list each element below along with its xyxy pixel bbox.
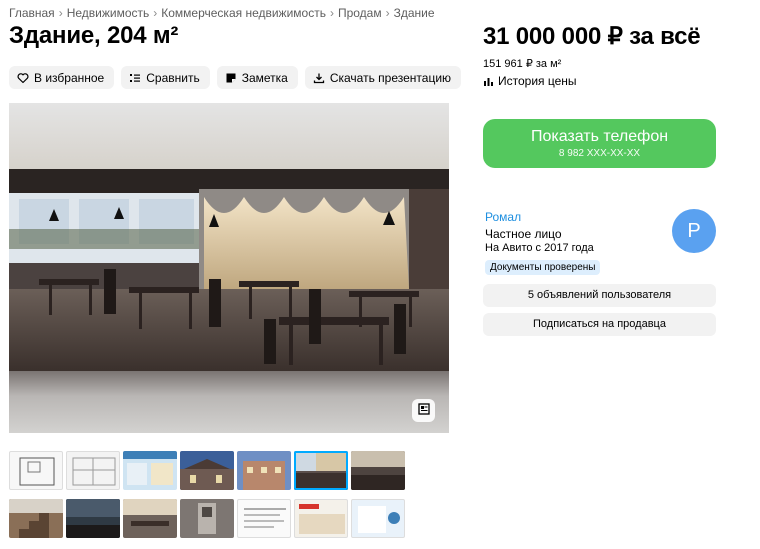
thumbnail-hall-interior[interactable] bbox=[351, 451, 405, 490]
breadcrumb-separator: › bbox=[153, 6, 158, 20]
thumbnail-floor-plan[interactable] bbox=[9, 451, 63, 490]
thumbnail-kitchen[interactable] bbox=[180, 499, 234, 538]
heart-icon bbox=[17, 72, 29, 84]
breadcrumb-realty[interactable]: Недвижимость bbox=[67, 6, 150, 20]
price-history-link[interactable]: История цены bbox=[483, 74, 577, 88]
subscribe-seller-button[interactable]: Подписаться на продавца bbox=[483, 313, 716, 336]
documents-verified-badge: Документы проверены bbox=[485, 260, 601, 275]
note-button[interactable]: Заметка bbox=[216, 66, 298, 89]
thumbnail-row bbox=[9, 451, 409, 490]
breadcrumb-separator: › bbox=[385, 6, 390, 20]
breadcrumb-home[interactable]: Главная bbox=[9, 6, 55, 20]
thumbnail-strip bbox=[9, 451, 409, 547]
thumbnail-advert-poster[interactable] bbox=[294, 499, 348, 538]
seller-avatar[interactable]: Р bbox=[672, 209, 716, 253]
thumbnail-map[interactable] bbox=[123, 451, 177, 490]
show-phone-button[interactable]: Показать телефон 8 982 XXX-XX-XX bbox=[483, 119, 716, 168]
seller-type: Частное лицо bbox=[485, 227, 562, 241]
thumbnail-row bbox=[9, 499, 409, 538]
download-presentation-button[interactable]: Скачать презентацию bbox=[304, 66, 462, 89]
thumbnail-stairs[interactable] bbox=[9, 499, 63, 538]
compare-button[interactable]: Сравнить bbox=[121, 66, 210, 89]
breadcrumb-separator: › bbox=[329, 6, 334, 20]
price-per-sqm: 151 961 ₽ за м² bbox=[483, 58, 562, 70]
main-photo-gallery[interactable] bbox=[9, 103, 449, 433]
show-phone-label: Показать телефон bbox=[530, 128, 669, 145]
bar-chart-icon bbox=[483, 76, 494, 87]
note-icon bbox=[225, 72, 237, 84]
breadcrumb-sell[interactable]: Продам bbox=[338, 6, 382, 20]
breadcrumb: Главная › Недвижимость › Коммерческая недвиж… bbox=[9, 6, 435, 20]
thumbnail-building-exterior[interactable] bbox=[180, 451, 234, 490]
seller-listings-button[interactable]: 5 объявлений пользователя bbox=[483, 284, 716, 307]
thumbnail-building-street[interactable] bbox=[237, 451, 291, 490]
expand-icon bbox=[417, 402, 430, 420]
seller-name-link[interactable]: Ромал bbox=[485, 210, 521, 224]
note-label: Заметка bbox=[241, 70, 288, 85]
photo-blur-top bbox=[9, 103, 449, 169]
thumbnail-dark-hall[interactable] bbox=[66, 499, 120, 538]
compare-label: Сравнить bbox=[146, 70, 200, 85]
masked-phone: 8 982 XXX-XX-XX bbox=[558, 148, 641, 159]
thumbnail-restaurant-interior[interactable] bbox=[294, 451, 348, 490]
breadcrumb-building[interactable]: Здание bbox=[394, 6, 435, 20]
price: 31 000 000 ₽ за всё bbox=[483, 23, 701, 50]
page-title: Здание, 204 м² bbox=[9, 22, 179, 49]
photo-blur-bottom bbox=[9, 371, 449, 433]
seller-since: На Авито с 2017 года bbox=[485, 242, 594, 254]
thumbnail-document-card[interactable] bbox=[351, 499, 405, 538]
favorite-button[interactable]: В избранное bbox=[9, 66, 115, 89]
breadcrumb-commercial[interactable]: Коммерческая недвижимость bbox=[161, 6, 326, 20]
action-bar: В избранное Сравнить Заметка Скачать пре… bbox=[9, 66, 462, 89]
download-label: Скачать презентацию bbox=[329, 70, 452, 85]
thumbnail-drawing[interactable] bbox=[66, 451, 120, 490]
main-photo bbox=[9, 169, 449, 371]
thumbnail-document[interactable] bbox=[237, 499, 291, 538]
favorite-label: В избранное bbox=[34, 70, 105, 85]
thumbnail-dining-room[interactable] bbox=[123, 499, 177, 538]
download-icon bbox=[313, 72, 325, 84]
breadcrumb-separator: › bbox=[58, 6, 63, 20]
price-history-label: История цены bbox=[498, 74, 577, 88]
compare-icon bbox=[129, 72, 141, 84]
expand-photo-button[interactable] bbox=[412, 399, 435, 422]
